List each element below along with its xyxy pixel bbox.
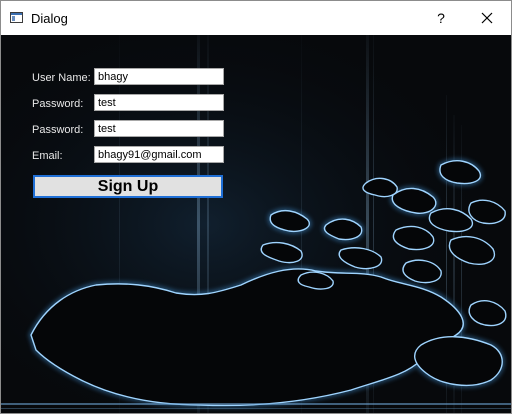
password-label: Password: <box>32 98 84 110</box>
question-mark-icon: ? <box>437 10 445 26</box>
email-label: Email: <box>32 150 63 162</box>
email-field[interactable] <box>94 146 224 163</box>
confirm-password-field[interactable] <box>94 120 224 137</box>
username-field[interactable] <box>94 68 224 85</box>
help-button[interactable]: ? <box>423 1 459 35</box>
dialog-window: Dialog ? User Name: bhagy Password: test… <box>0 0 512 414</box>
window-title: Dialog <box>31 11 68 26</box>
close-button[interactable] <box>467 1 507 35</box>
world-map-background <box>1 35 511 413</box>
title-bar[interactable]: Dialog ? <box>1 1 511 35</box>
confirm-password-label: Password: <box>32 124 84 136</box>
dialog-window-icon <box>10 12 23 23</box>
password-field[interactable] <box>94 94 224 111</box>
close-icon <box>481 12 493 24</box>
sign-up-button[interactable]: Sign Up <box>33 175 223 198</box>
username-label: User Name: <box>32 72 91 84</box>
dialog-content: User Name: Password: Password: Email: Si… <box>1 35 511 413</box>
